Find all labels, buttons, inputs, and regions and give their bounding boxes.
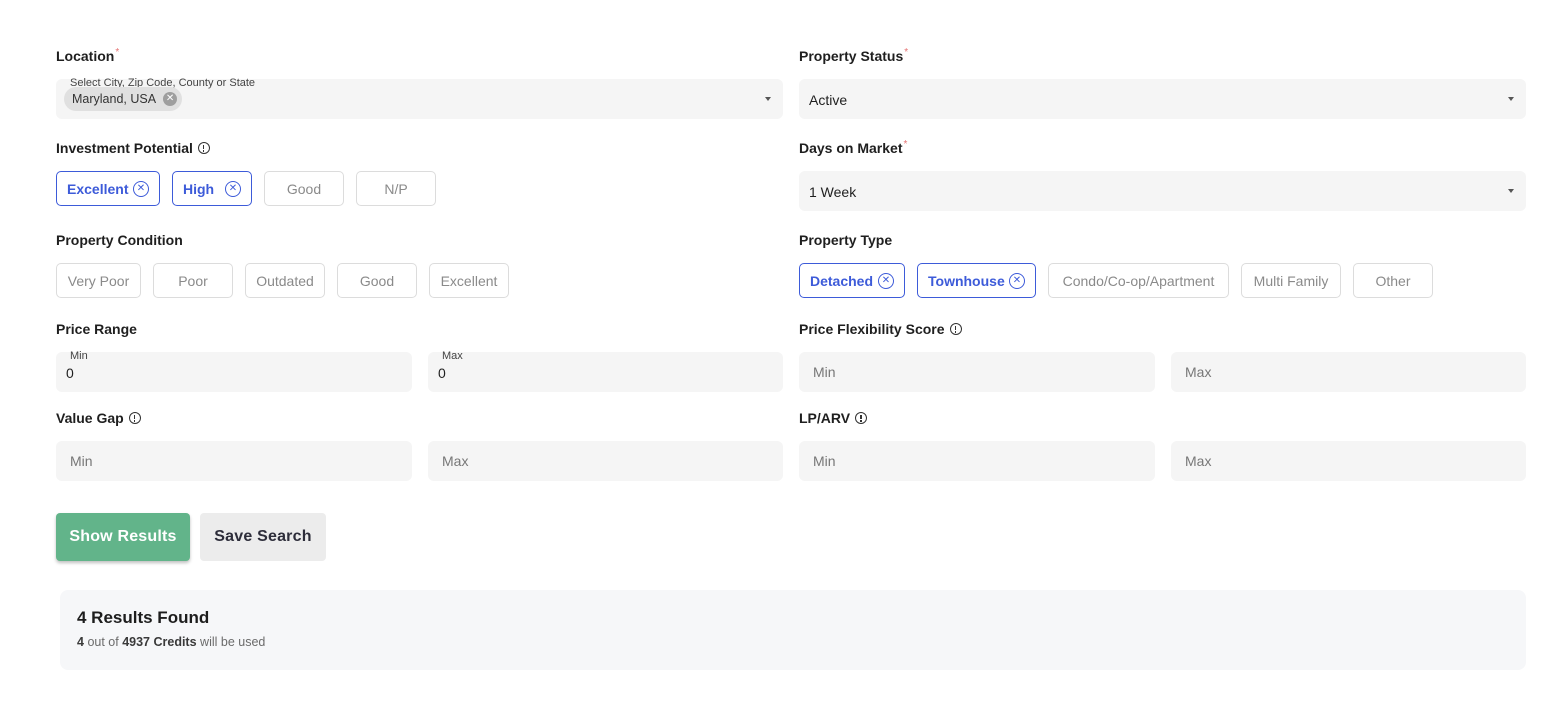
save-search-button[interactable]: Save Search (200, 513, 326, 561)
remove-option-icon[interactable]: ✕ (225, 181, 241, 197)
min-placeholder: Min (813, 364, 836, 380)
type-option-townhouse[interactable]: Townhouse ✕ (917, 263, 1036, 298)
remove-option-icon[interactable]: ✕ (133, 181, 149, 197)
value-gap-min-input[interactable]: Min (56, 441, 412, 481)
price-flexibility-min-input[interactable]: Min (799, 352, 1155, 392)
results-panel: 4 Results Found 4 out of 4937 Credits wi… (60, 590, 1526, 670)
info-icon[interactable] (197, 142, 210, 154)
info-icon[interactable] (855, 412, 868, 424)
property-condition-label: Property Condition (56, 232, 183, 248)
type-option-multi-family[interactable]: Multi Family (1241, 263, 1341, 298)
location-chip: Maryland, USA ✕ (64, 87, 183, 111)
investment-potential-label: Investment Potential (56, 139, 210, 157)
price-range-max-input[interactable]: Max 0 (428, 350, 783, 392)
type-option-other[interactable]: Other (1353, 263, 1433, 298)
lp-arv-max-input[interactable]: Max (1171, 441, 1526, 481)
remove-option-icon[interactable]: ✕ (878, 273, 894, 289)
days-on-market-select[interactable]: 1 Week (799, 171, 1526, 211)
investment-option-high[interactable]: High ✕ (172, 171, 252, 206)
condition-option-very-poor[interactable]: Very Poor (56, 263, 141, 298)
price-range-max-value: 0 (438, 365, 446, 381)
condition-option-excellent[interactable]: Excellent (429, 263, 509, 298)
max-placeholder: Max (1185, 364, 1212, 380)
days-on-market-value: 1 Week (809, 184, 857, 200)
max-placeholder: Max (1185, 453, 1212, 469)
value-gap-max-input[interactable]: Max (428, 441, 783, 481)
investment-option-np[interactable]: N/P (356, 171, 436, 206)
show-results-button[interactable]: Show Results (56, 513, 190, 561)
info-icon[interactable] (949, 323, 962, 335)
type-option-detached[interactable]: Detached ✕ (799, 263, 905, 298)
lp-arv-label: LP/ARV (799, 409, 868, 427)
days-on-market-label: Days on Market * (799, 138, 908, 157)
remove-option-icon[interactable]: ✕ (1009, 273, 1025, 289)
dropdown-caret-icon[interactable] (1508, 97, 1514, 101)
max-placeholder: Max (442, 453, 469, 469)
price-range-max-label: Max (442, 350, 463, 362)
dropdown-caret-icon[interactable] (765, 97, 771, 101)
price-range-min-input[interactable]: Min 0 (56, 350, 412, 392)
condition-option-good[interactable]: Good (337, 263, 417, 298)
min-placeholder: Min (70, 453, 93, 469)
condition-option-poor[interactable]: Poor (153, 263, 233, 298)
info-icon[interactable] (128, 412, 141, 424)
condition-option-outdated[interactable]: Outdated (245, 263, 325, 298)
results-title: 4 Results Found (77, 608, 210, 627)
price-flexibility-max-input[interactable]: Max (1171, 352, 1526, 392)
price-range-label: Price Range (56, 321, 137, 337)
price-flexibility-label: Price Flexibility Score (799, 320, 962, 338)
property-status-label: Property Status * (799, 46, 909, 65)
investment-option-excellent[interactable]: Excellent ✕ (56, 171, 160, 206)
min-placeholder: Min (813, 453, 836, 469)
investment-option-good[interactable]: Good (264, 171, 344, 206)
property-status-value: Active (809, 92, 848, 108)
location-select[interactable]: Select City, Zip Code, County or State M… (56, 77, 783, 119)
location-label: Location * (56, 46, 120, 65)
property-type-label: Property Type (799, 232, 893, 248)
type-option-condo[interactable]: Condo/Co-op/Apartment (1048, 263, 1229, 298)
credits-summary: 4 out of 4937 Credits will be used (77, 635, 266, 649)
price-range-min-value: 0 (66, 365, 74, 381)
property-status-select[interactable]: Active (799, 79, 1526, 119)
lp-arv-min-input[interactable]: Min (799, 441, 1155, 481)
value-gap-label: Value Gap (56, 409, 141, 427)
dropdown-caret-icon[interactable] (1508, 189, 1514, 193)
remove-chip-icon[interactable]: ✕ (163, 92, 178, 106)
price-range-min-label: Min (70, 350, 88, 362)
